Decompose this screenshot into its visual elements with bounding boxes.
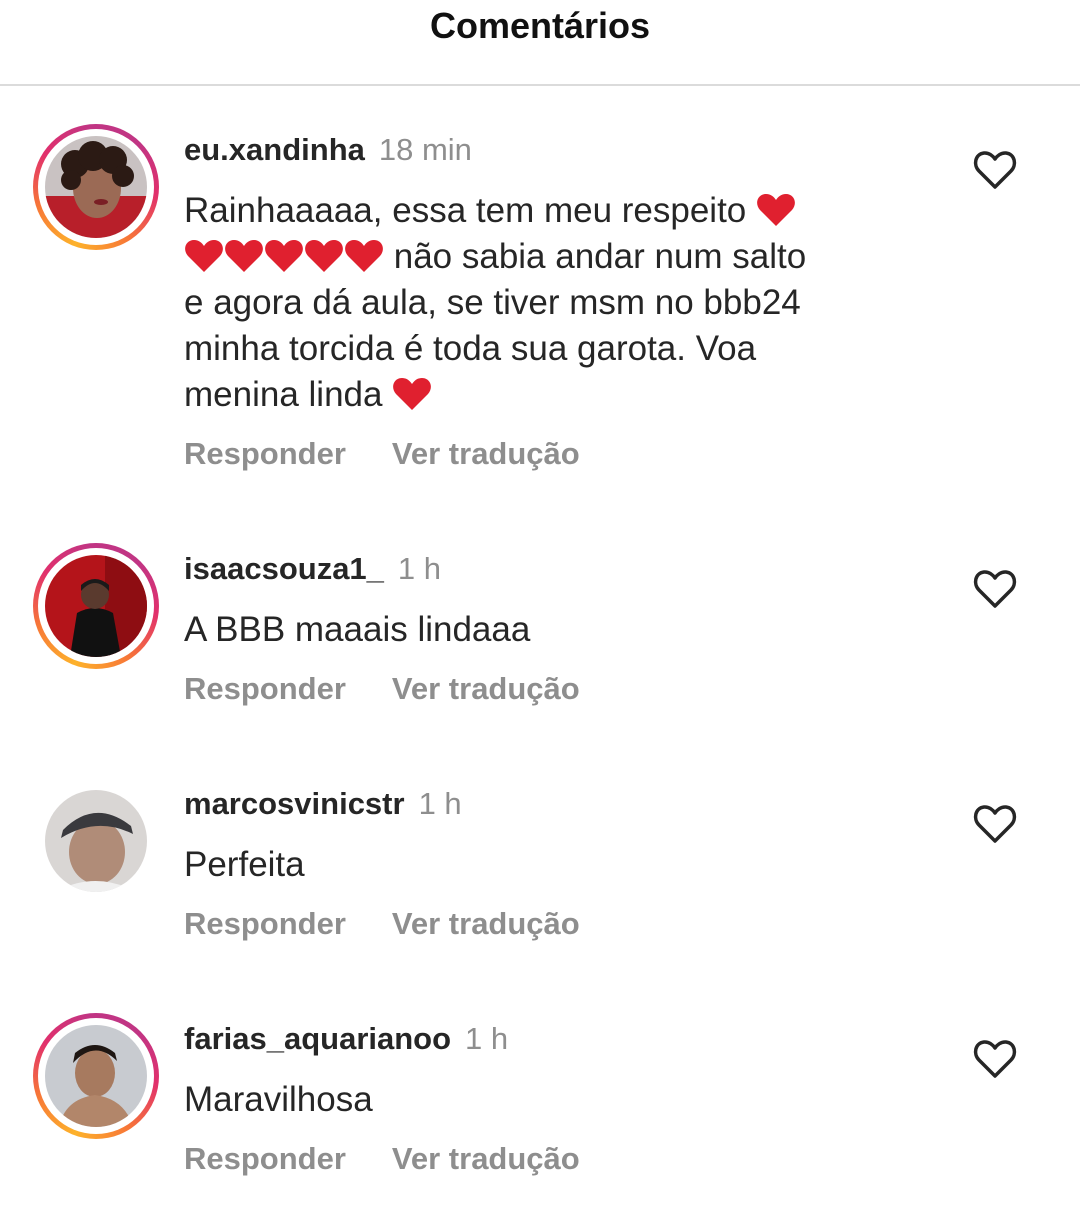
page-title: Comentários	[429, 5, 651, 46]
heart-outline-icon[interactable]	[972, 803, 1018, 845]
comment-text-line: minha torcida é toda sua garota. Voa	[184, 329, 757, 368]
see-translation-button[interactable]: Ver tradução	[392, 671, 580, 706]
avatar[interactable]	[45, 136, 147, 238]
comment-text: Maravilhosa	[184, 1080, 373, 1119]
comment-text-line: não sabia andar num salto	[393, 237, 807, 276]
red-heart-emoji	[305, 240, 343, 272]
comment-time: 1 h	[418, 786, 462, 821]
avatar-wrapper[interactable]	[33, 778, 159, 904]
see-translation-button[interactable]: Ver tradução	[392, 906, 580, 941]
comment-time: 18 min	[378, 132, 472, 167]
comment-text-line: Rainhaaaaa, essa tem meu respeito	[184, 191, 747, 230]
comment-time: 1 h	[465, 1021, 509, 1056]
red-heart-emoji	[757, 194, 795, 226]
story-ring[interactable]	[33, 543, 159, 669]
reply-button[interactable]: Responder	[184, 436, 346, 471]
comment-time: 1 h	[397, 551, 442, 586]
reply-button[interactable]: Responder	[184, 1141, 346, 1176]
comment-text: Perfeita	[184, 845, 305, 884]
heart-outline-icon[interactable]	[972, 1038, 1018, 1080]
red-heart-emoji	[265, 240, 303, 272]
red-heart-emoji	[345, 240, 383, 272]
heart-outline-icon[interactable]	[972, 568, 1018, 610]
comment-text: Rainhaaaaa, essa tem meu respeito não sa…	[184, 188, 904, 418]
heart-outline-icon[interactable]	[972, 149, 1018, 191]
avatar[interactable]	[45, 790, 147, 892]
story-ring[interactable]	[33, 124, 159, 250]
reply-button[interactable]: Responder	[184, 906, 346, 941]
red-heart-emoji	[225, 240, 263, 272]
username[interactable]: isaacsouza1_	[184, 551, 384, 586]
red-heart-emoji	[393, 378, 432, 410]
see-translation-button[interactable]: Ver tradução	[392, 436, 580, 471]
red-heart-emoji	[185, 240, 223, 272]
avatar[interactable]	[45, 555, 147, 657]
reply-button[interactable]: Responder	[184, 671, 346, 706]
username[interactable]: eu.xandinha	[184, 132, 365, 167]
comment-text-line: menina linda	[184, 375, 383, 414]
username[interactable]: marcosvinicstr	[184, 786, 405, 821]
comment-text: A BBB maaais lindaaa	[184, 610, 531, 649]
username[interactable]: farias_aquarianoo	[184, 1021, 451, 1056]
see-translation-button[interactable]: Ver tradução	[392, 1141, 580, 1176]
comments-header: Comentários	[0, 0, 1080, 86]
comment-text-line: e agora dá aula, se tiver msm no bbb24	[184, 283, 801, 322]
avatar[interactable]	[45, 1025, 147, 1127]
story-ring[interactable]	[33, 1013, 159, 1139]
